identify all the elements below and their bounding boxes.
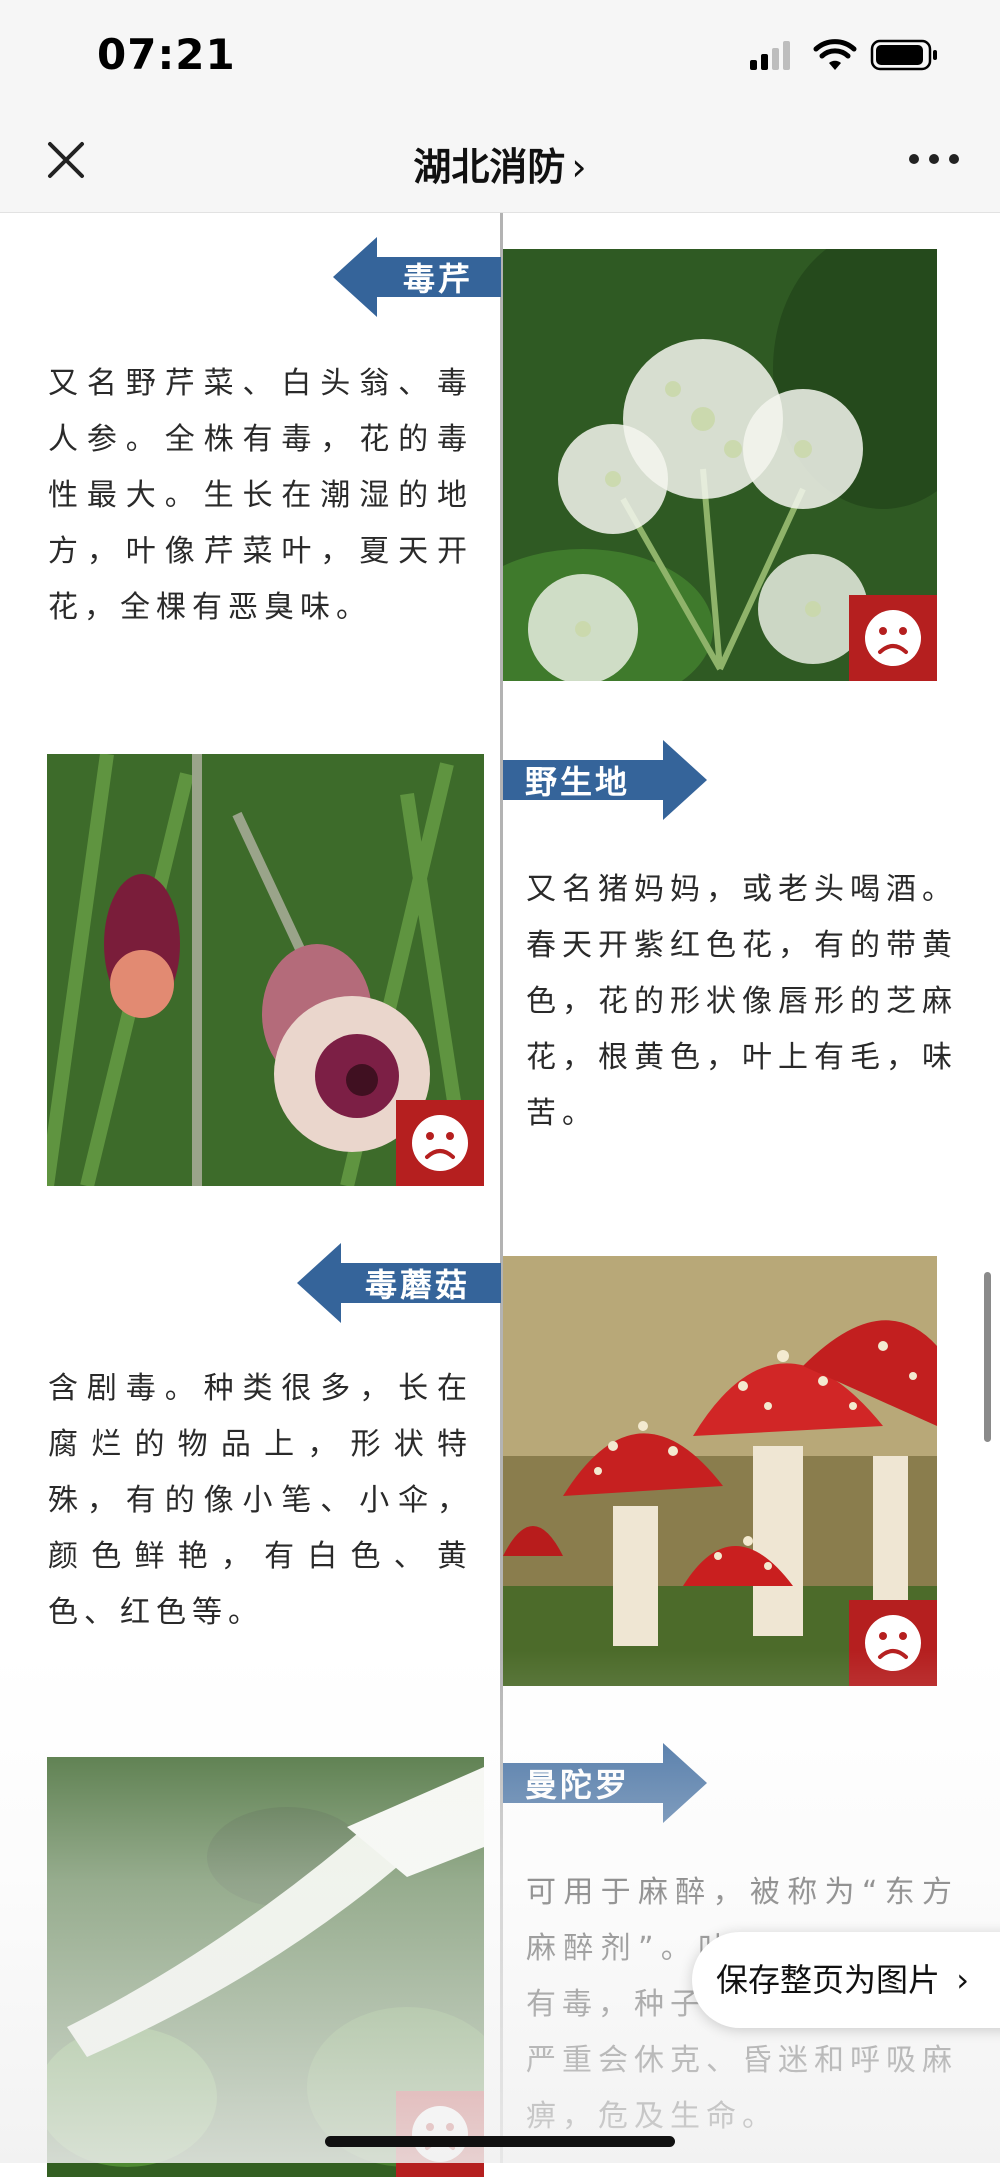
sad-face-icon [396,1100,484,1186]
plant-photo [503,249,937,681]
plant-name-tag: 野生地 [503,740,707,820]
article-content: 毒芹 又名野芹菜、白头翁、毒人参。全株有毒，花的毒性最大。生长在潮湿的地方，叶像… [0,213,1000,2177]
plant-photo [47,1757,484,2177]
plant-name-tag: 曼陀罗 [503,1743,707,1823]
plant-name: 野生地 [525,763,631,801]
sad-face-icon [849,1600,937,1686]
plant-name-tag: 毒蘑菇 [297,1243,501,1323]
page-scrollbar[interactable] [984,1272,991,1442]
status-time: 07:21 [97,30,236,79]
plant-name: 毒芹 [403,260,474,298]
nav-bar: 湖北消防 › [0,100,1000,213]
plant-description: 含剧毒。种类很多，长在腐烂的物品上，形状特殊，有的像小笔、小伞，颜色鲜艳，有白色… [48,1371,473,1630]
plant-name-tag: 毒芹 [333,237,501,317]
plant-photo [503,1256,937,1686]
plant-description: 又名猪妈妈，或老头喝酒。春天开紫红色花，有的带黄色，花的形状像唇形的芝麻花，根黄… [526,872,958,1131]
plant-name: 毒蘑菇 [365,1266,471,1304]
plant-description: 又名野芹菜、白头翁、毒人参。全株有毒，花的毒性最大。生长在潮湿的地方，叶像芹菜叶… [48,366,473,625]
chevron-right-icon: › [956,1961,969,1999]
more-options-icon[interactable] [904,144,964,174]
cellular-signal-icon [750,41,790,70]
status-icons [750,36,940,76]
plant-photo [47,754,484,1186]
wifi-icon [813,39,857,70]
chevron-right-icon: › [571,145,587,189]
nav-title-text: 湖北消防 [413,145,566,189]
save-page-as-image-button[interactable]: 保存整页为图片 › [692,1932,1000,2028]
status-bar: 07:21 [0,0,1000,100]
plant-name: 曼陀罗 [525,1766,631,1804]
save-button-label: 保存整页为图片 [716,1961,941,1999]
battery-icon [870,39,937,71]
home-indicator[interactable] [325,2136,675,2147]
sad-face-icon [396,2091,484,2177]
sad-face-icon [849,595,937,681]
account-title-link[interactable]: 湖北消防 › [0,136,1000,191]
